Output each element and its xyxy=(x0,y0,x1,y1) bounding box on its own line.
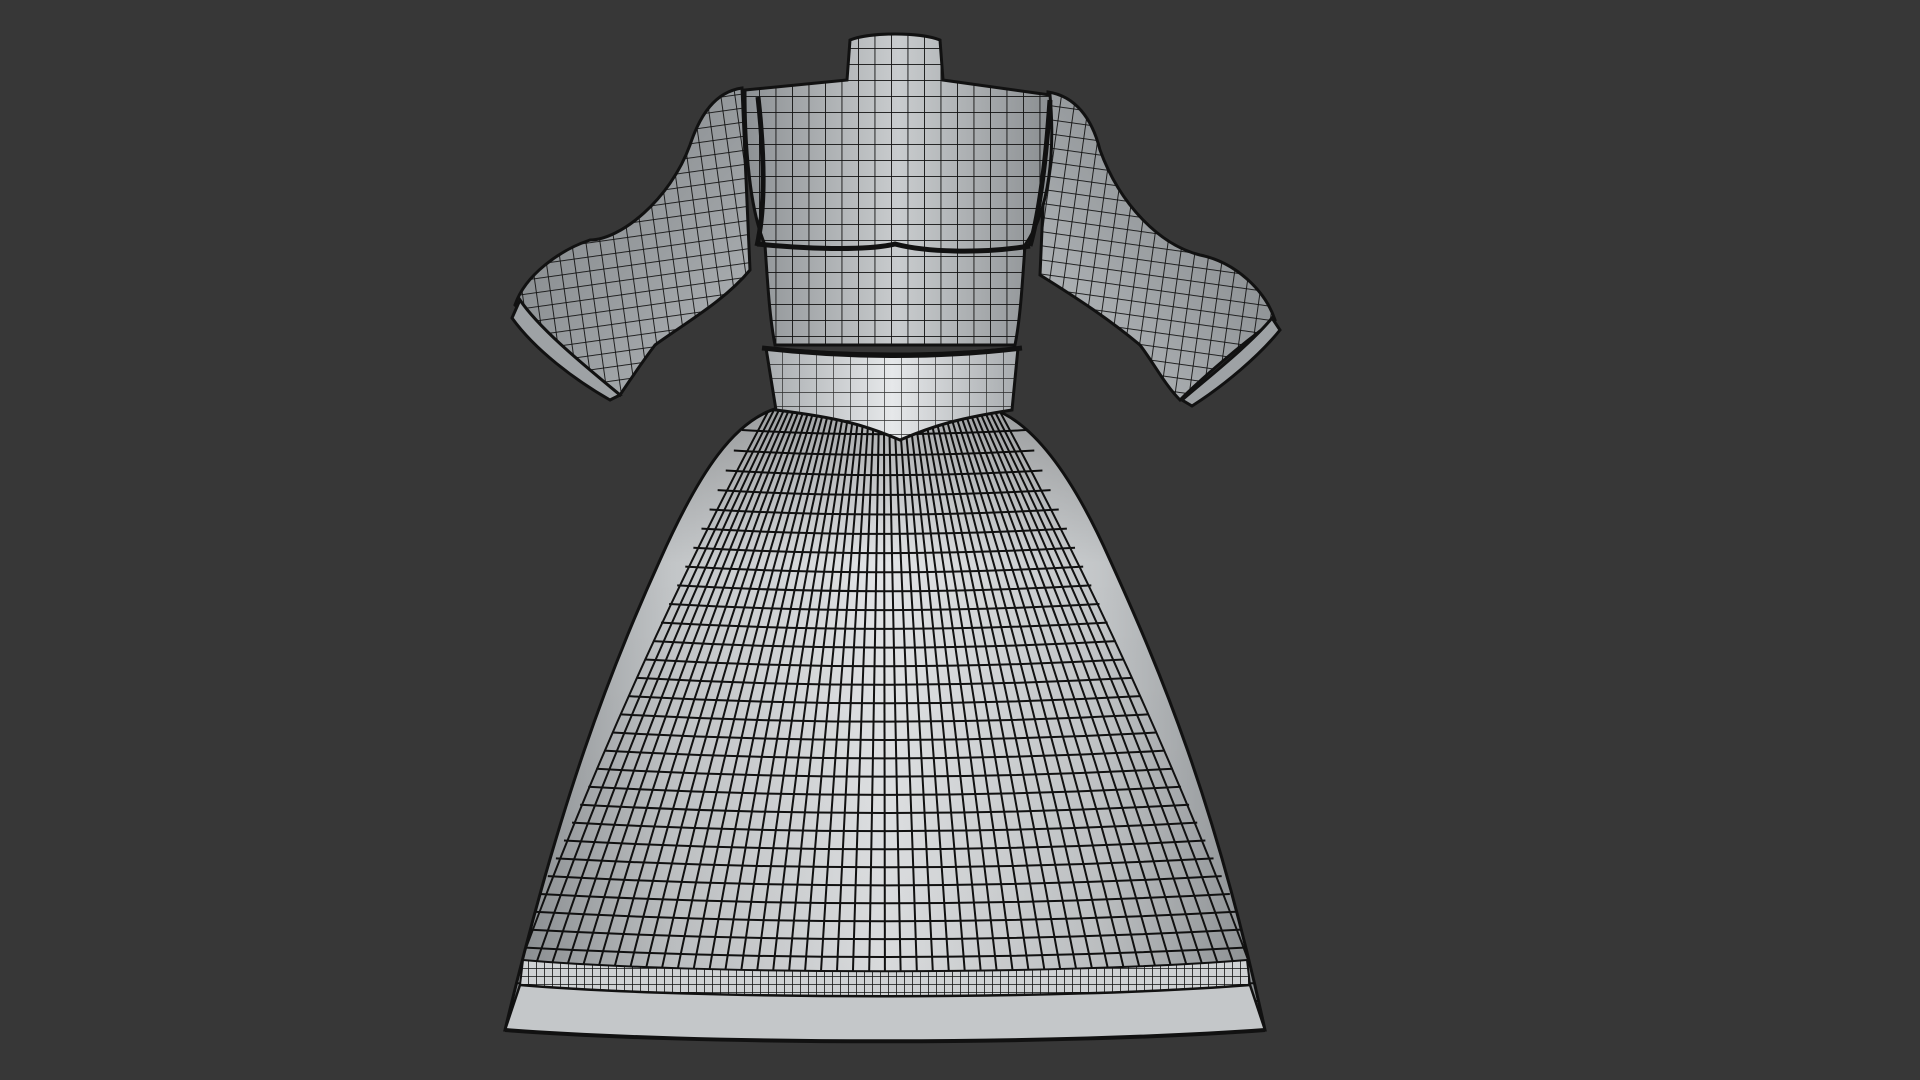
3d-viewport xyxy=(0,0,1920,1080)
dress-model xyxy=(503,32,1282,1044)
skirt xyxy=(503,406,1267,1044)
bodice xyxy=(743,32,1054,347)
